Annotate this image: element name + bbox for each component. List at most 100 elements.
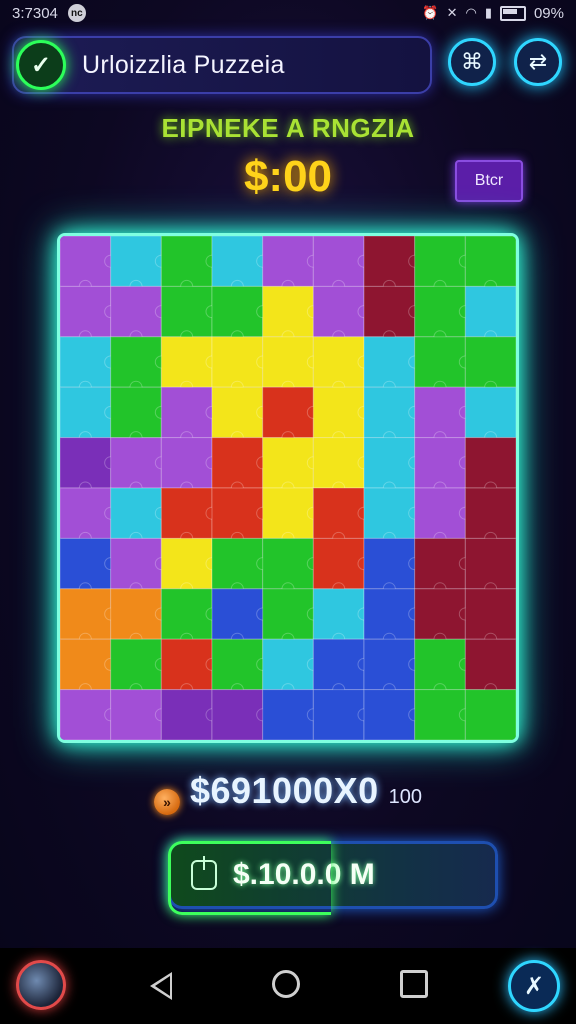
- puzzle-piece[interactable]: [363, 537, 416, 590]
- puzzle-piece[interactable]: [160, 437, 213, 489]
- puzzle-piece[interactable]: [211, 236, 264, 287]
- profile-orb-icon[interactable]: [16, 960, 66, 1010]
- puzzle-piece[interactable]: [110, 689, 162, 740]
- puzzle-piece[interactable]: [110, 437, 162, 489]
- puzzle-piece[interactable]: [160, 487, 213, 539]
- puzzle-piece[interactable]: [414, 487, 466, 539]
- puzzle-piece[interactable]: [211, 386, 264, 439]
- share-button[interactable]: ⌘: [448, 38, 496, 86]
- puzzle-piece[interactable]: [414, 689, 466, 740]
- puzzle-piece[interactable]: [60, 437, 112, 489]
- puzzle-piece[interactable]: [211, 437, 264, 489]
- puzzle-piece[interactable]: [312, 437, 365, 489]
- puzzle-piece[interactable]: [60, 336, 112, 388]
- puzzle-piece[interactable]: [262, 236, 314, 287]
- puzzle-piece[interactable]: [110, 236, 162, 287]
- puzzle-piece[interactable]: [464, 336, 516, 388]
- puzzle-piece[interactable]: [464, 386, 516, 439]
- puzzle-piece[interactable]: [60, 588, 112, 640]
- puzzle-piece[interactable]: [110, 487, 162, 539]
- puzzle-piece[interactable]: [312, 336, 365, 388]
- puzzle-piece[interactable]: [363, 236, 416, 287]
- puzzle-piece[interactable]: [312, 537, 365, 590]
- puzzle-piece[interactable]: [211, 588, 264, 640]
- puzzle-piece[interactable]: [414, 588, 466, 640]
- puzzle-piece[interactable]: [363, 386, 416, 439]
- puzzle-piece[interactable]: [262, 336, 314, 388]
- puzzle-board[interactable]: [60, 236, 516, 740]
- puzzle-piece[interactable]: [262, 689, 314, 740]
- puzzle-piece[interactable]: [464, 638, 516, 691]
- puzzle-piece[interactable]: [60, 285, 112, 338]
- puzzle-piece[interactable]: [414, 386, 466, 439]
- puzzle-piece[interactable]: [211, 537, 264, 590]
- puzzle-piece[interactable]: [464, 285, 516, 338]
- puzzle-piece[interactable]: [211, 689, 264, 740]
- puzzle-piece[interactable]: [60, 689, 112, 740]
- puzzle-piece[interactable]: [312, 588, 365, 640]
- puzzle-piece[interactable]: [464, 689, 516, 740]
- puzzle-piece[interactable]: [60, 638, 112, 691]
- puzzle-piece[interactable]: [110, 588, 162, 640]
- puzzle-piece[interactable]: [312, 236, 365, 287]
- puzzle-piece[interactable]: [414, 638, 466, 691]
- puzzle-piece[interactable]: [464, 236, 516, 287]
- puzzle-piece[interactable]: [160, 689, 213, 740]
- home-icon[interactable]: [272, 970, 300, 998]
- puzzle-piece[interactable]: [363, 437, 416, 489]
- puzzle-piece[interactable]: [160, 236, 213, 287]
- puzzle-piece[interactable]: [363, 638, 416, 691]
- recent-apps-icon[interactable]: [400, 970, 428, 998]
- puzzle-piece[interactable]: [160, 537, 213, 590]
- check-icon[interactable]: ✓: [16, 40, 66, 90]
- puzzle-piece[interactable]: [160, 638, 213, 691]
- puzzle-piece[interactable]: [414, 537, 466, 590]
- puzzle-piece[interactable]: [262, 285, 314, 338]
- puzzle-piece[interactable]: [262, 638, 314, 691]
- puzzle-piece[interactable]: [312, 689, 365, 740]
- puzzle-piece[interactable]: [464, 588, 516, 640]
- puzzle-piece[interactable]: [211, 638, 264, 691]
- puzzle-piece[interactable]: [262, 537, 314, 590]
- puzzle-piece[interactable]: [60, 537, 112, 590]
- puzzle-piece[interactable]: [312, 487, 365, 539]
- assistant-icon[interactable]: ✗: [508, 960, 560, 1012]
- puzzle-piece[interactable]: [312, 638, 365, 691]
- puzzle-piece[interactable]: [414, 336, 466, 388]
- puzzle-settings-button[interactable]: ⇄: [514, 38, 562, 86]
- puzzle-piece[interactable]: [60, 487, 112, 539]
- puzzle-piece[interactable]: [160, 285, 213, 338]
- puzzle-piece[interactable]: [363, 285, 416, 338]
- puzzle-piece[interactable]: [363, 689, 416, 740]
- puzzle-piece[interactable]: [211, 487, 264, 539]
- puzzle-piece[interactable]: [262, 386, 314, 439]
- puzzle-piece[interactable]: [414, 285, 466, 338]
- puzzle-piece[interactable]: [464, 487, 516, 539]
- puzzle-piece[interactable]: [363, 588, 416, 640]
- puzzle-piece[interactable]: [60, 236, 112, 287]
- side-button[interactable]: Btcr: [455, 160, 523, 202]
- puzzle-piece[interactable]: [60, 386, 112, 439]
- puzzle-piece[interactable]: [262, 487, 314, 539]
- puzzle-piece[interactable]: [211, 285, 264, 338]
- puzzle-piece[interactable]: [110, 285, 162, 338]
- puzzle-piece[interactable]: [110, 386, 162, 439]
- puzzle-piece[interactable]: [211, 336, 264, 388]
- puzzle-piece[interactable]: [312, 285, 365, 338]
- puzzle-piece[interactable]: [262, 437, 314, 489]
- puzzle-piece[interactable]: [414, 236, 466, 287]
- puzzle-piece[interactable]: [160, 336, 213, 388]
- puzzle-piece[interactable]: [160, 588, 213, 640]
- puzzle-piece[interactable]: [363, 487, 416, 539]
- puzzle-piece[interactable]: [262, 588, 314, 640]
- prize-button[interactable]: $.10.0.0 M: [168, 841, 498, 915]
- puzzle-piece[interactable]: [110, 537, 162, 590]
- puzzle-piece[interactable]: [110, 336, 162, 388]
- puzzle-piece[interactable]: [414, 437, 466, 489]
- puzzle-piece[interactable]: [363, 336, 416, 388]
- puzzle-piece[interactable]: [110, 638, 162, 691]
- puzzle-piece[interactable]: [312, 386, 365, 439]
- puzzle-piece[interactable]: [160, 386, 213, 439]
- puzzle-piece[interactable]: [464, 437, 516, 489]
- puzzle-piece[interactable]: [464, 537, 516, 590]
